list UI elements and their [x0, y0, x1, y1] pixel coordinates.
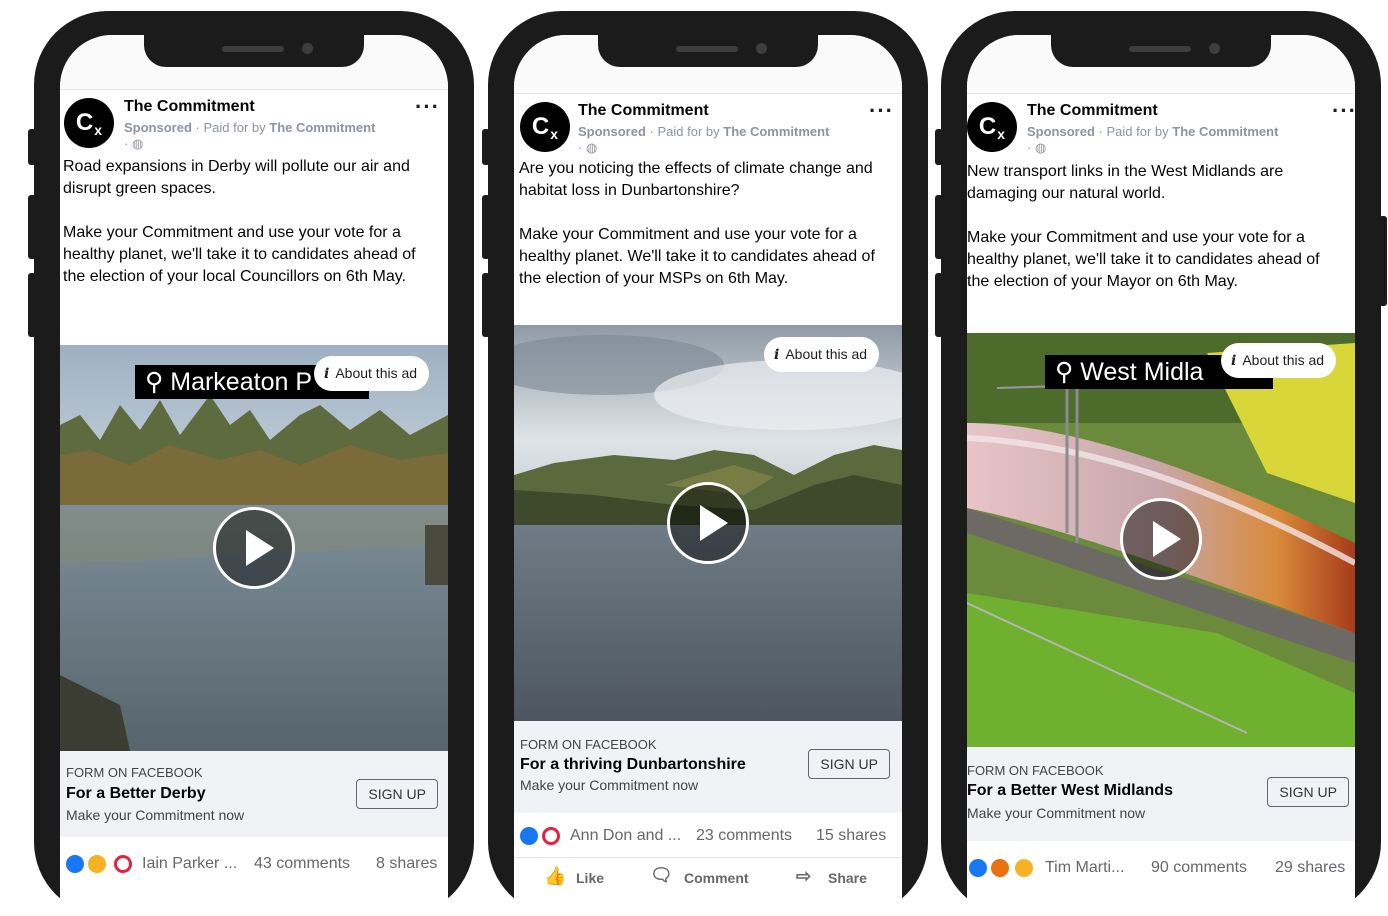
reaction-names[interactable]: Tim Marti... — [1045, 859, 1124, 877]
phone-notch — [1051, 35, 1271, 67]
sad-reaction-icon — [88, 855, 106, 873]
share-count[interactable]: 29 shares — [1275, 859, 1345, 877]
side-button — [28, 273, 36, 337]
angry-reaction-icon — [991, 859, 1009, 877]
page-avatar[interactable]: Cx — [520, 102, 570, 152]
love-reaction-icon — [114, 855, 132, 873]
sad-reaction-icon — [1015, 859, 1033, 877]
phone-frame-3: Cx The Commitment Sponsored · Paid for b… — [935, 11, 1387, 916]
sign-up-button[interactable]: SIGN UP — [1267, 777, 1349, 807]
about-this-ad-button[interactable]: i About this ad — [764, 337, 880, 372]
globe-icon: · ◍ — [124, 136, 144, 151]
info-icon: i — [324, 366, 330, 382]
post-header: Cx The Commitment Sponsored · Paid for b… — [514, 94, 902, 158]
like-reaction-icon — [520, 827, 538, 845]
comment-count[interactable]: 43 comments — [254, 855, 350, 873]
comment-count[interactable]: 23 comments — [696, 827, 792, 845]
comment-icon[interactable]: 🗨 — [650, 865, 673, 886]
post-header: Cx The Commitment Sponsored · Paid for b… — [967, 94, 1355, 158]
post-header: Cx The Commitment Sponsored · Paid for b… — [60, 90, 448, 154]
video-thumbnail[interactable]: i About this ad — [514, 325, 902, 721]
share-button[interactable]: Share — [828, 870, 867, 886]
globe-icon: · ◍ — [578, 140, 598, 155]
page-name[interactable]: The Commitment — [124, 98, 255, 116]
page-avatar[interactable]: Cx — [64, 98, 114, 148]
reaction-bar: Iain Parker ... 43 comments 8 shares — [60, 837, 448, 893]
reaction-names[interactable]: Ann Don and ... — [570, 827, 681, 845]
post-meta: Sponsored · Paid for by The Commitment · … — [1027, 124, 1279, 155]
post-text: New transport links in the West Midlands… — [967, 163, 1320, 290]
cta-subtitle: Make your Commitment now — [66, 807, 245, 823]
video-thumbnail[interactable]: ⚲ Markeaton P i About this ad — [60, 345, 448, 751]
phone-frame-1: Cx The Commitment Sponsored · Paid for b… — [28, 11, 474, 916]
phone-screen: Cx The Commitment Sponsored · Paid for b… — [60, 35, 448, 916]
video-thumbnail[interactable]: ⚲ West Midla i About this ad — [967, 333, 1355, 747]
cta-subtitle: Make your Commitment now — [967, 805, 1146, 821]
reaction-bar: Tim Marti... 90 comments 29 shares — [967, 841, 1355, 891]
side-button — [1379, 216, 1387, 306]
like-reaction-icon — [66, 855, 84, 873]
info-icon: i — [1231, 353, 1237, 369]
page-avatar[interactable]: Cx — [967, 102, 1017, 152]
cta-title[interactable]: For a Better Derby — [66, 785, 206, 803]
cta-source: FORM ON FACEBOOK — [66, 765, 203, 780]
side-button — [482, 129, 490, 165]
phone-screen: Cx The Commitment Sponsored · Paid for b… — [967, 35, 1355, 916]
cta-source: FORM ON FACEBOOK — [967, 763, 1104, 778]
share-count[interactable]: 8 shares — [376, 855, 437, 873]
more-options-icon[interactable]: ··· — [415, 94, 440, 120]
side-button — [28, 129, 36, 165]
cta-bar: FORM ON FACEBOOK For a thriving Dunbarto… — [514, 721, 902, 813]
about-this-ad-button[interactable]: i About this ad — [1221, 343, 1337, 378]
love-reaction-icon — [542, 827, 560, 845]
like-button[interactable]: Like — [576, 870, 604, 886]
cta-title[interactable]: For a Better West Midlands — [967, 782, 1173, 800]
cta-source: FORM ON FACEBOOK — [520, 737, 657, 752]
comment-button[interactable]: Comment — [684, 870, 749, 886]
phone-screen: Cx The Commitment Sponsored · Paid for b… — [514, 35, 902, 916]
side-button — [935, 129, 943, 165]
play-button[interactable] — [667, 482, 749, 564]
like-icon[interactable]: 👍 — [544, 866, 566, 887]
like-reaction-icon — [969, 859, 987, 877]
side-button — [935, 195, 943, 259]
comment-count[interactable]: 90 comments — [1151, 859, 1247, 877]
cta-bar: FORM ON FACEBOOK For a Better West Midla… — [967, 747, 1355, 841]
reaction-bar: Ann Don and ... 23 comments 15 shares — [514, 813, 902, 857]
sign-up-button[interactable]: SIGN UP — [808, 749, 890, 779]
about-this-ad-button[interactable]: i About this ad — [314, 356, 430, 391]
cta-title[interactable]: For a thriving Dunbartonshire — [520, 756, 746, 774]
play-button[interactable] — [213, 507, 295, 589]
side-button — [28, 195, 36, 259]
page-name[interactable]: The Commitment — [578, 102, 709, 120]
play-button[interactable] — [1120, 498, 1202, 580]
more-options-icon[interactable]: ··· — [1332, 98, 1355, 124]
reaction-names[interactable]: Iain Parker ... — [142, 855, 237, 873]
page-name[interactable]: The Commitment — [1027, 102, 1158, 120]
post-meta: Sponsored · Paid for by The Commitment · … — [578, 124, 830, 155]
phone-notch — [144, 35, 364, 67]
share-count[interactable]: 15 shares — [816, 827, 886, 845]
globe-icon: · ◍ — [1027, 140, 1047, 155]
share-icon[interactable]: ⇨ — [796, 866, 811, 887]
post-text: Road expansions in Derby will pollute ou… — [63, 158, 416, 285]
post-text: Are you noticing the effects of climate … — [519, 160, 875, 287]
side-button — [482, 195, 490, 259]
post-actions: 👍 Like 🗨 Comment ⇨ Share — [514, 857, 902, 898]
phone-frame-2: Cx The Commitment Sponsored · Paid for b… — [482, 11, 928, 916]
post-meta: Sponsored · Paid for by The Commitment · … — [124, 120, 376, 151]
side-button — [935, 273, 943, 337]
cta-subtitle: Make your Commitment now — [520, 777, 699, 793]
phone-notch — [598, 35, 818, 67]
sign-up-button[interactable]: SIGN UP — [356, 779, 438, 809]
side-button — [482, 273, 490, 337]
info-icon: i — [774, 347, 780, 363]
more-options-icon[interactable]: ··· — [869, 98, 894, 124]
